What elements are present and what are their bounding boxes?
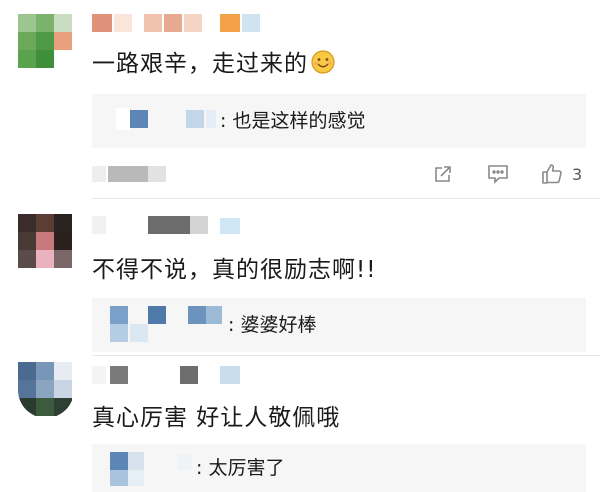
smiling-face-emoji xyxy=(310,49,336,84)
reply-text: : 婆婆好棒 xyxy=(228,314,317,336)
reply-text: : 也是这样的感觉 xyxy=(220,110,366,132)
comment-item: 真心厉害 好让人敬佩哦 : 太厉害了 xyxy=(0,356,600,492)
comment-text: 一路艰辛，走过来的 xyxy=(92,48,336,84)
username[interactable] xyxy=(92,364,252,386)
comment-item: 一路艰辛，走过来的 : 也是这样的感觉 3 xyxy=(0,0,600,200)
timestamp xyxy=(92,166,106,182)
username[interactable] xyxy=(92,214,252,236)
avatar[interactable] xyxy=(18,362,74,418)
comment-meta: 3 xyxy=(92,156,586,192)
comment-text: 不得不说，真的很励志啊!! xyxy=(92,257,377,283)
comment-text-content: 一路艰辛，走过来的 xyxy=(92,51,308,77)
avatar[interactable] xyxy=(18,214,74,270)
avatar[interactable] xyxy=(18,14,74,70)
divider xyxy=(92,198,600,199)
username[interactable] xyxy=(92,12,272,34)
thumbs-up-icon xyxy=(540,162,564,186)
comment-button[interactable] xyxy=(486,160,510,188)
comment-text: 真心厉害 好让人敬佩哦 xyxy=(92,405,341,431)
share-button[interactable] xyxy=(432,160,454,188)
comment-list: 一路艰辛，走过来的 : 也是这样的感觉 3 不得不说，真的很励志啊!!: 婆婆… xyxy=(0,0,600,492)
reply-text: : 太厉害了 xyxy=(196,457,285,479)
reply-box[interactable]: : 太厉害了 xyxy=(92,444,586,492)
like-count: 3 xyxy=(572,164,583,184)
comment-item: 不得不说，真的很励志啊!! : 婆婆好棒 xyxy=(0,200,600,356)
reply-box[interactable]: : 也是这样的感觉 xyxy=(92,94,586,148)
like-button[interactable]: 3 xyxy=(540,160,582,188)
share-icon xyxy=(432,163,454,185)
comment-icon xyxy=(486,163,510,185)
reply-box[interactable]: : 婆婆好棒 xyxy=(92,298,586,352)
